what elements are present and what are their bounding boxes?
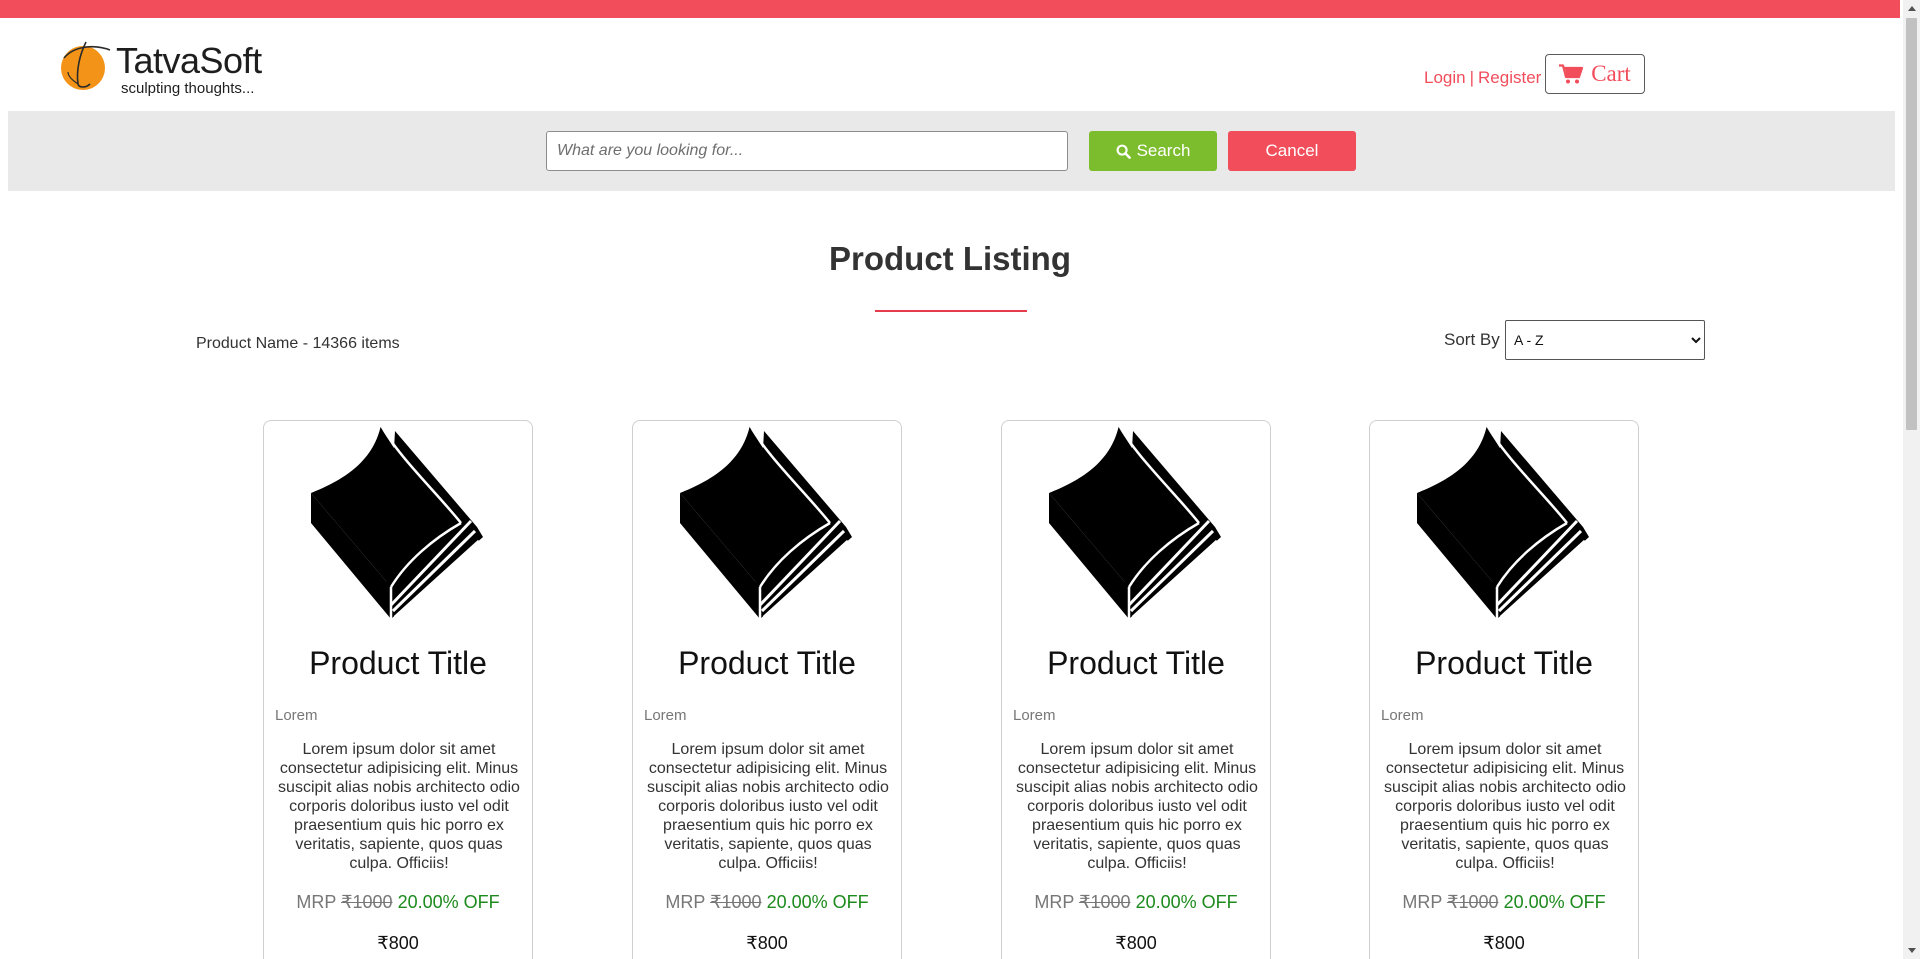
product-category: Lorem	[1381, 707, 1424, 724]
mrp-label: MRP	[1402, 892, 1443, 912]
product-category: Lorem	[275, 707, 318, 724]
mrp-label: MRP	[665, 892, 706, 912]
product-description: Lorem ipsum dolor sit amet consectetur a…	[1384, 741, 1626, 872]
product-title: Product Title	[678, 645, 856, 681]
product-description: Lorem ipsum dolor sit amet consectetur a…	[647, 741, 889, 872]
discount-badge: 20.00% OFF	[397, 892, 500, 912]
cart-button[interactable]: Cart	[1545, 54, 1645, 94]
product-price: ₹800	[1115, 933, 1157, 953]
product-mrp-line: MRP ₹1000 20.00% OFF	[264, 892, 532, 913]
login-link[interactable]: Login	[1424, 68, 1466, 87]
page-title: Product Listing	[829, 240, 1071, 277]
brand-name: TatvaSoft	[116, 40, 262, 81]
product-mrp-line: MRP ₹1000 20.00% OFF	[633, 892, 901, 913]
scrollbar-thumb[interactable]	[1906, 18, 1917, 430]
product-title: Product Title	[309, 645, 487, 681]
product-card[interactable]: Product Title Lorem Lorem ipsum dolor si…	[1001, 420, 1271, 959]
cart-label: Cart	[1591, 61, 1631, 86]
sort-select[interactable]: A - Z	[1505, 320, 1705, 360]
book-icon	[1417, 423, 1591, 621]
title-underline	[875, 310, 1027, 312]
discount-badge: 20.00% OFF	[1135, 892, 1238, 912]
mrp-label: MRP	[1034, 892, 1075, 912]
product-card[interactable]: Product Title Lorem Lorem ipsum dolor si…	[632, 420, 902, 959]
auth-separator: |	[1469, 68, 1475, 87]
auth-links: Login | Register	[1424, 68, 1541, 88]
book-icon	[680, 423, 854, 621]
product-price: ₹800	[746, 933, 788, 953]
shopping-cart-icon	[1559, 64, 1584, 84]
scroll-down-arrow-icon[interactable]	[1903, 942, 1920, 959]
book-icon	[1049, 423, 1223, 621]
search-input[interactable]	[546, 131, 1068, 171]
vertical-scrollbar[interactable]	[1903, 0, 1920, 959]
scroll-up-arrow-icon[interactable]	[1903, 0, 1920, 17]
product-category: Lorem	[1013, 707, 1056, 724]
cancel-button[interactable]: Cancel	[1228, 131, 1356, 171]
product-category: Lorem	[644, 707, 687, 724]
discount-badge: 20.00% OFF	[1503, 892, 1606, 912]
top-accent-strip	[0, 0, 1900, 18]
site-header: TatvaSoft sculpting thoughts... Login | Re…	[0, 18, 1900, 111]
register-link[interactable]: Register	[1478, 68, 1541, 87]
discount-badge: 20.00% OFF	[766, 892, 869, 912]
search-icon	[1116, 144, 1131, 159]
product-title: Product Title	[1415, 645, 1593, 681]
product-card[interactable]: Product Title Lorem Lorem ipsum dolor si…	[1369, 420, 1639, 959]
mrp-label: MRP	[296, 892, 337, 912]
mrp-value: ₹1000	[1447, 892, 1499, 912]
search-button-label: Search	[1136, 141, 1191, 160]
mrp-value: ₹1000	[341, 892, 393, 912]
brand-logo[interactable]: TatvaSoft sculpting thoughts...	[56, 36, 296, 97]
search-bar: Search Cancel	[8, 111, 1895, 191]
mrp-value: ₹1000	[710, 892, 762, 912]
mrp-value: ₹1000	[1079, 892, 1131, 912]
product-description: Lorem ipsum dolor sit amet consectetur a…	[1016, 741, 1258, 872]
brand-tagline: sculpting thoughts...	[121, 80, 255, 97]
brand-logo-icon	[61, 41, 111, 90]
product-mrp-line: MRP ₹1000 20.00% OFF	[1002, 892, 1270, 913]
product-price: ₹800	[1483, 933, 1525, 953]
product-card[interactable]: Product Title Lorem Lorem ipsum dolor si…	[263, 420, 533, 959]
product-title: Product Title	[1047, 645, 1225, 681]
product-price: ₹800	[377, 933, 419, 953]
product-mrp-line: MRP ₹1000 20.00% OFF	[1370, 892, 1638, 913]
sort-label: Sort By :	[1444, 330, 1510, 349]
book-icon	[311, 423, 485, 621]
product-grid: Product Title Lorem Lorem ipsum dolor si…	[263, 420, 1643, 959]
product-description: Lorem ipsum dolor sit amet consectetur a…	[278, 741, 520, 872]
product-count: Product Name - 14366 items	[196, 335, 400, 352]
search-button[interactable]: Search	[1089, 131, 1217, 171]
